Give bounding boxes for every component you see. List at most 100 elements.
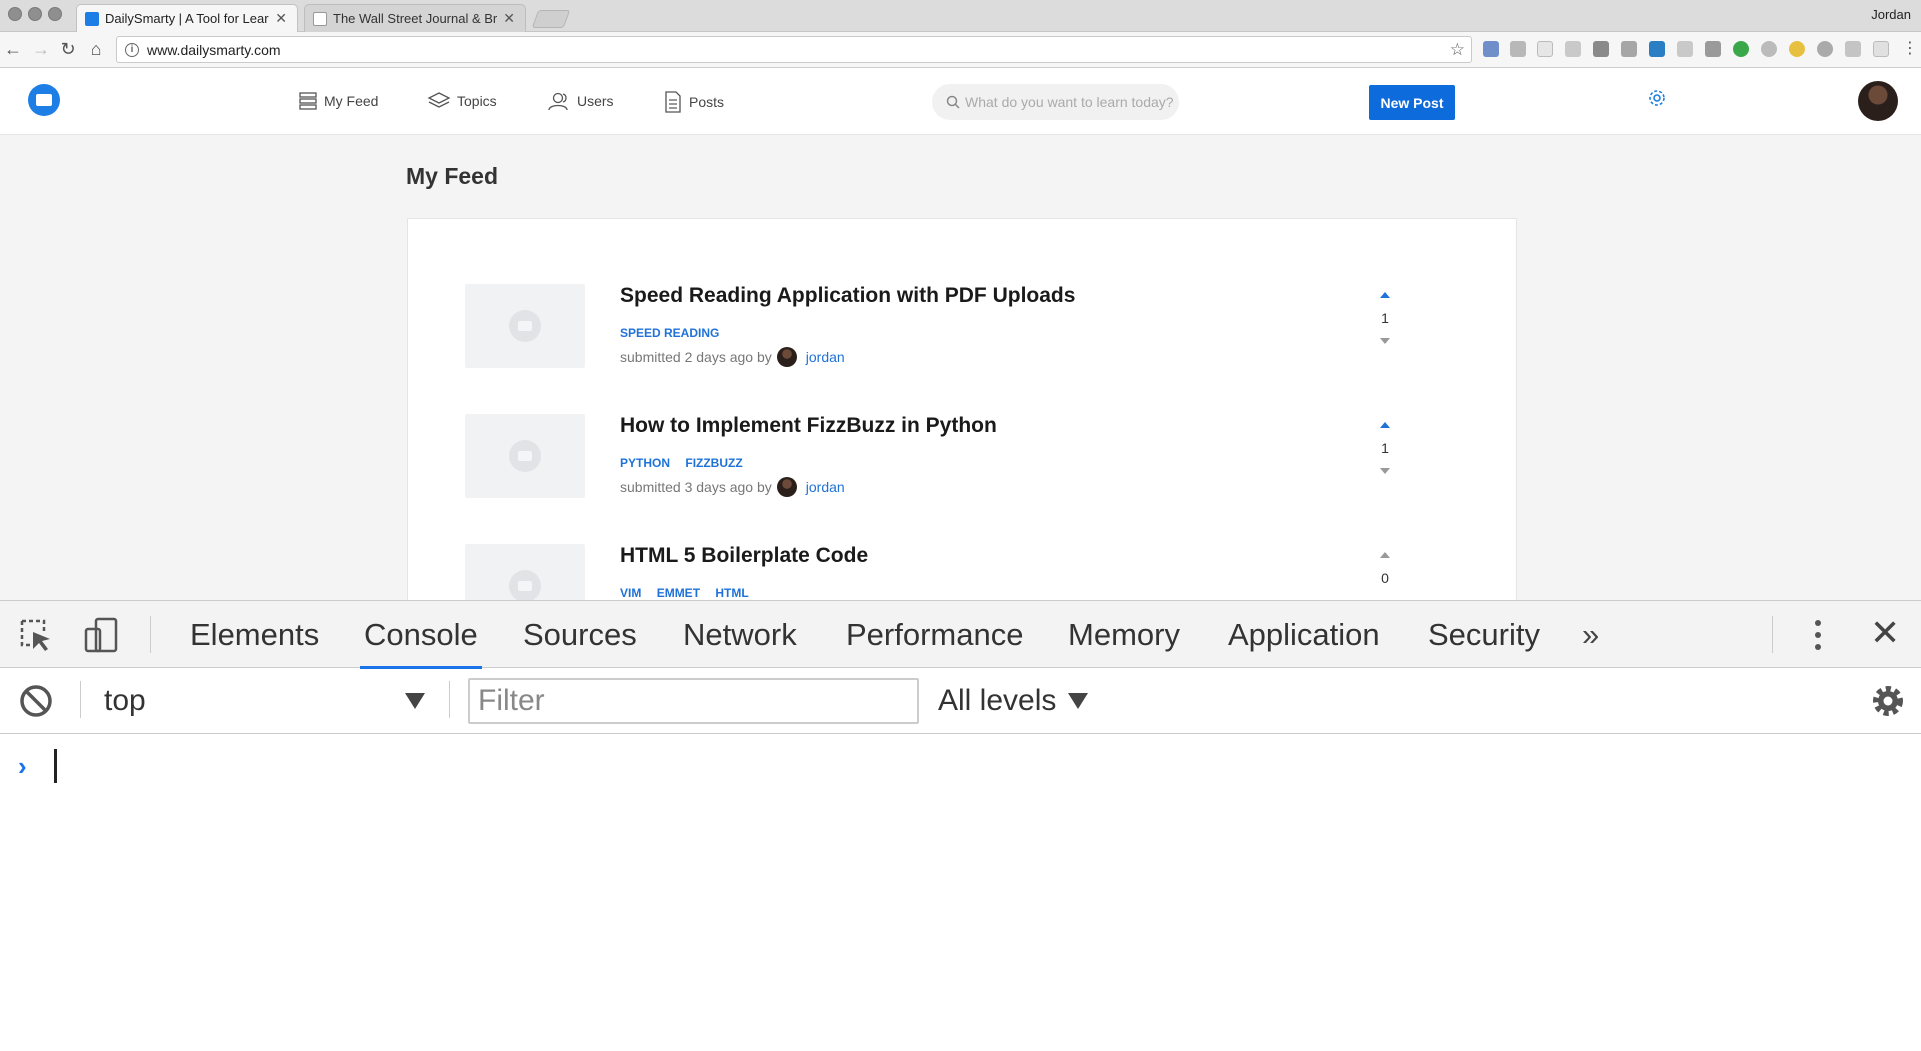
tab-console[interactable]: Console [360, 601, 482, 669]
vote-widget: 1 [1375, 422, 1395, 474]
nav-label: Users [577, 93, 614, 109]
extension-icon[interactable] [1565, 41, 1581, 57]
downvote-arrow-icon[interactable] [1380, 468, 1390, 474]
feed-post: HTML 5 Boilerplate Code VIM EMMET HTML 0 [465, 544, 1465, 600]
console-toolbar: top All levels [0, 669, 1921, 734]
window-zoom-button[interactable] [48, 7, 62, 21]
console-settings-gear-icon[interactable] [1870, 683, 1906, 719]
downvote-arrow-icon[interactable] [1380, 338, 1390, 344]
tab-sources[interactable]: Sources [523, 601, 637, 668]
document-icon [665, 91, 681, 113]
extension-icon[interactable] [1873, 41, 1889, 57]
tab-performance[interactable]: Performance [846, 601, 1023, 668]
home-icon[interactable]: ⌂ [86, 40, 106, 58]
feed-card: Speed Reading Application with PDF Uploa… [407, 218, 1517, 600]
site-info-icon[interactable]: i [125, 42, 139, 57]
post-tag[interactable]: HTML [715, 586, 748, 600]
execution-context-select[interactable]: top [104, 684, 146, 718]
extension-icon[interactable] [1733, 41, 1749, 57]
post-thumbnail[interactable] [465, 414, 585, 498]
search-placeholder: What do you want to learn today? [965, 94, 1174, 110]
tab-memory[interactable]: Memory [1068, 601, 1180, 668]
close-devtools-icon[interactable]: ✕ [1870, 615, 1900, 651]
post-author-link[interactable]: jordan [806, 349, 845, 365]
chrome-menu-icon[interactable]: ⋮ [1900, 40, 1920, 58]
post-title[interactable]: How to Implement FizzBuzz in Python [620, 414, 997, 438]
inspect-element-icon[interactable] [18, 617, 54, 653]
nav-users[interactable]: Users [547, 91, 614, 111]
address-toolbar: ← → ↻ ⌂ i www.dailysmarty.com ☆ ⋮ [0, 32, 1921, 68]
nav-topics[interactable]: Topics [427, 91, 497, 111]
tab-close-icon[interactable]: ✕ [275, 10, 287, 27]
window-minimize-button[interactable] [28, 7, 42, 21]
nav-my-feed[interactable]: My Feed [298, 91, 378, 111]
profile-name[interactable]: Jordan [1871, 7, 1911, 22]
extension-icon[interactable] [1649, 41, 1665, 57]
tab-application[interactable]: Application [1228, 601, 1380, 668]
url-bar[interactable]: i www.dailysmarty.com ☆ [116, 36, 1472, 63]
tab-elements[interactable]: Elements [190, 601, 319, 668]
post-tag[interactable]: PYTHON [620, 456, 670, 470]
levels-dropdown-arrow-icon [1068, 693, 1089, 709]
upvote-arrow-icon[interactable] [1380, 422, 1390, 428]
browser-tab-dailysmarty[interactable]: DailySmarty | A Tool for Learni ✕ [76, 4, 298, 32]
settings-gear-icon[interactable] [1645, 86, 1669, 110]
dailysmarty-logo-icon[interactable] [28, 84, 60, 116]
url-text[interactable]: www.dailysmarty.com [147, 42, 281, 58]
site-search-input[interactable]: What do you want to learn today? [932, 84, 1179, 120]
extension-icon[interactable] [1621, 41, 1637, 57]
log-levels-label: All levels [938, 684, 1057, 717]
nav-posts[interactable]: Posts [663, 91, 724, 113]
author-avatar[interactable] [776, 347, 797, 367]
post-tag[interactable]: VIM [620, 586, 641, 600]
tab-security[interactable]: Security [1428, 601, 1540, 668]
upvote-arrow-icon[interactable] [1380, 292, 1390, 298]
more-tabs-chevron-icon[interactable]: » [1582, 617, 1599, 653]
placeholder-logo-icon [509, 570, 541, 600]
post-thumbnail[interactable] [465, 284, 585, 368]
cast-icon[interactable] [1705, 41, 1721, 57]
post-thumbnail[interactable] [465, 544, 585, 600]
new-post-button[interactable]: New Post [1369, 85, 1455, 120]
post-author-link[interactable]: jordan [806, 479, 845, 495]
tab-network[interactable]: Network [683, 601, 797, 668]
upvote-arrow-icon[interactable] [1380, 552, 1390, 558]
clear-console-icon[interactable] [18, 683, 54, 719]
context-dropdown-arrow-icon[interactable] [405, 693, 425, 709]
post-title[interactable]: Speed Reading Application with PDF Uploa… [620, 284, 1075, 308]
extension-icon[interactable] [1761, 41, 1777, 57]
wsj-favicon-icon [313, 11, 327, 26]
extension-icon[interactable] [1537, 41, 1553, 57]
browser-tab-bar: DailySmarty | A Tool for Learni ✕ The Wa… [0, 0, 1921, 32]
console-input[interactable] [54, 749, 57, 783]
extension-icon[interactable] [1789, 41, 1805, 57]
extension-icon[interactable] [1593, 41, 1609, 57]
bookmark-star-icon[interactable]: ☆ [1450, 40, 1465, 60]
post-tag[interactable]: SPEED READING [620, 326, 719, 340]
device-toolbar-icon[interactable] [84, 617, 120, 653]
post-tags: VIM EMMET HTML [620, 586, 761, 600]
back-arrow-icon[interactable]: ← [3, 40, 23, 58]
tab-title: DailySmarty | A Tool for Learni [105, 11, 270, 26]
window-close-button[interactable] [8, 7, 22, 21]
user-avatar[interactable] [1858, 81, 1898, 121]
console-filter-input[interactable] [468, 678, 919, 724]
tab-close-icon[interactable]: ✕ [503, 10, 515, 27]
author-avatar[interactable] [776, 477, 797, 497]
post-tags: PYTHON FIZZBUZZ [620, 456, 755, 470]
extension-icon[interactable] [1845, 41, 1861, 57]
log-levels-select[interactable]: All levels [938, 684, 1089, 718]
post-title[interactable]: HTML 5 Boilerplate Code [620, 544, 868, 568]
new-tab-button[interactable] [531, 10, 571, 28]
browser-tab-wsj[interactable]: The Wall Street Journal & Brea ✕ [304, 4, 526, 32]
extension-icon[interactable] [1677, 41, 1693, 57]
extension-icon[interactable] [1483, 41, 1499, 57]
post-tag[interactable]: FIZZBUZZ [685, 456, 742, 470]
extension-icon[interactable] [1510, 41, 1526, 57]
extension-icon[interactable] [1817, 41, 1833, 57]
post-tag[interactable]: EMMET [657, 586, 700, 600]
forward-arrow-icon[interactable]: → [31, 40, 51, 58]
post-tags: SPEED READING [620, 326, 731, 340]
reload-icon[interactable]: ↻ [58, 40, 78, 58]
kebab-menu-icon[interactable] [1812, 617, 1824, 653]
